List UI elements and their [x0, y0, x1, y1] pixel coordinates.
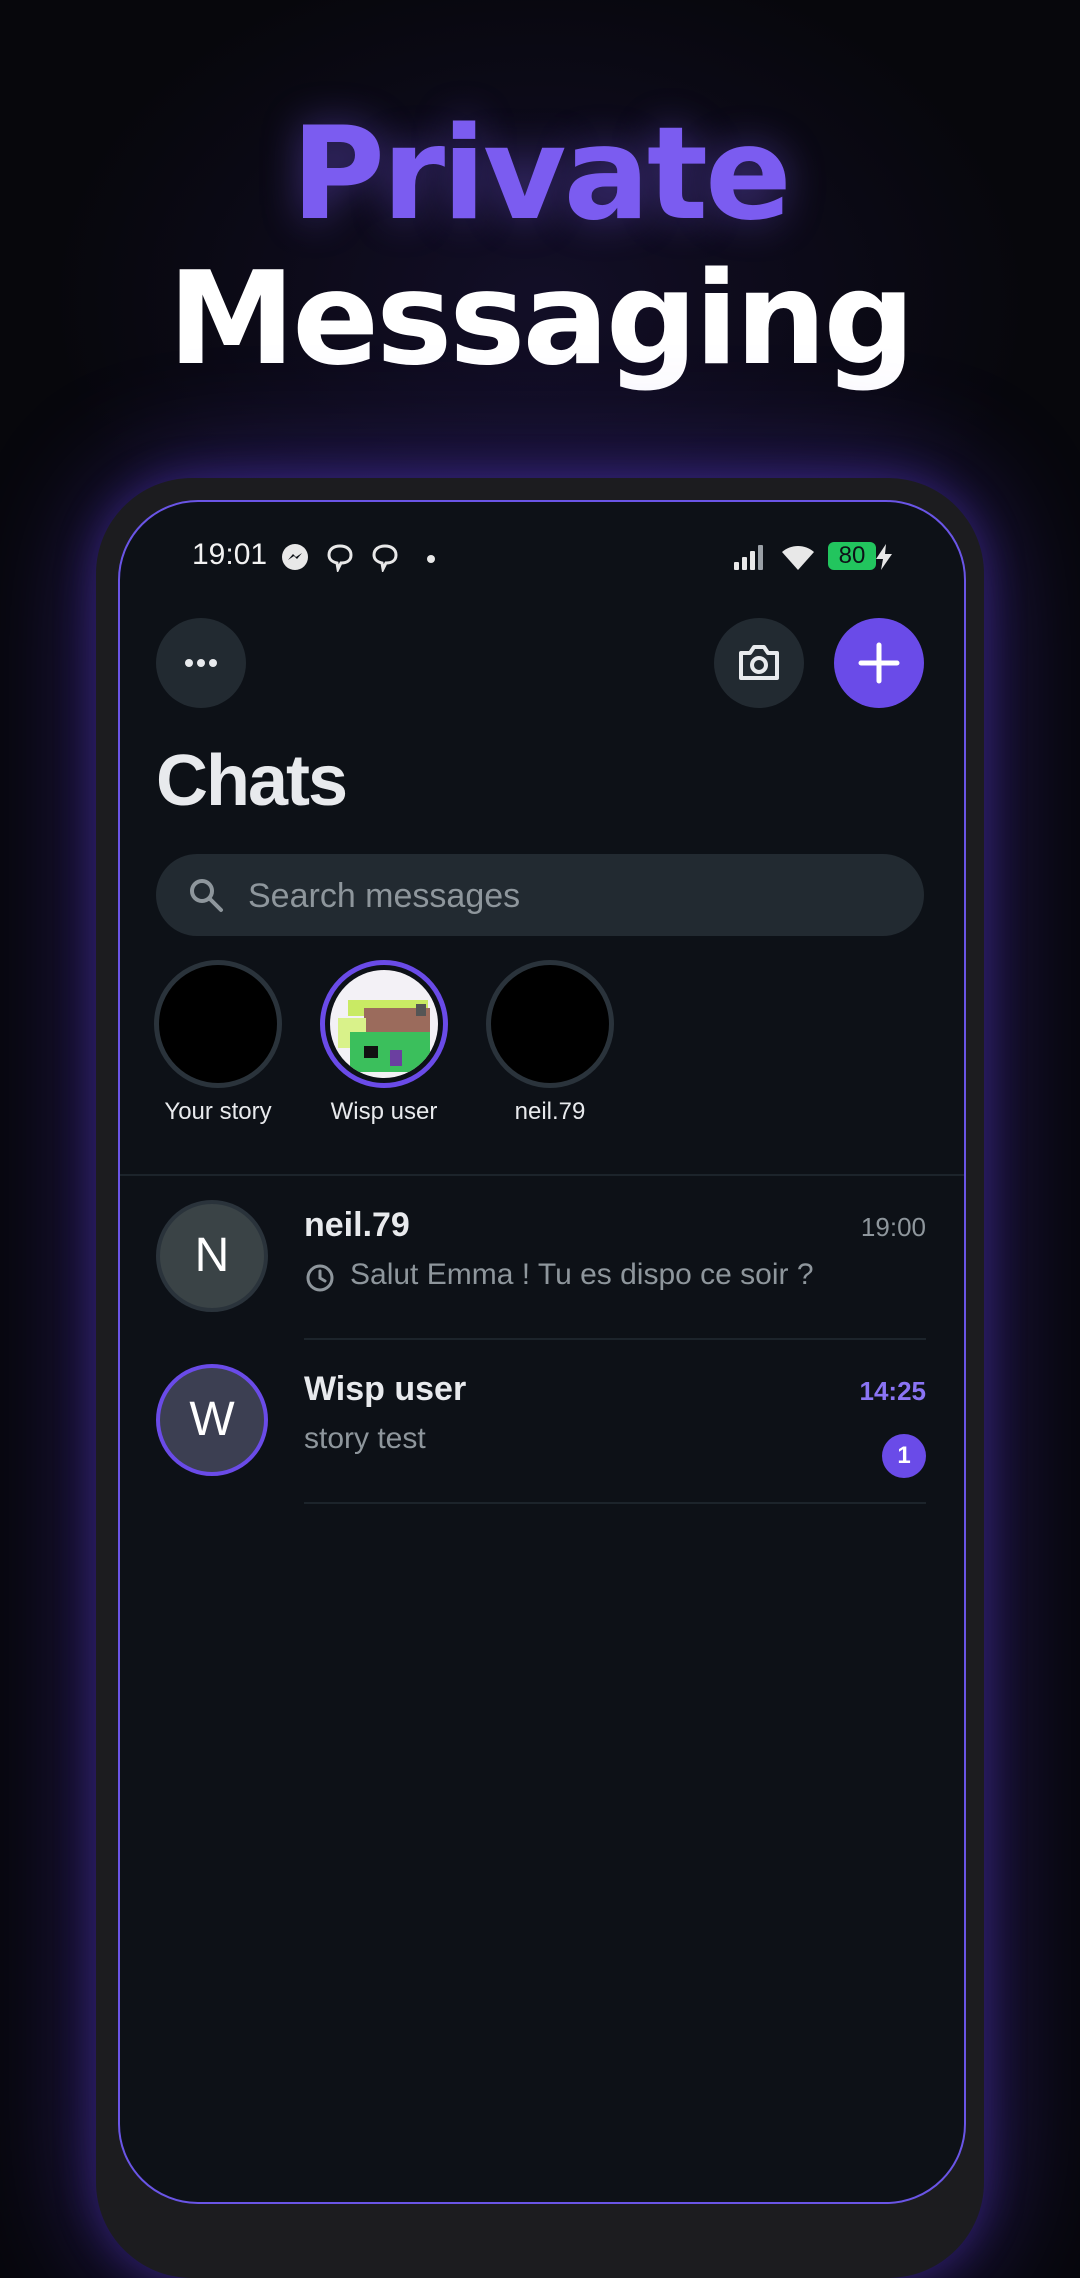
charging-icon — [876, 544, 892, 570]
phone-screen: 19:01 80 Chats Search messages Your stor… — [118, 500, 966, 2204]
wifi-icon — [782, 546, 814, 570]
new-chat-button[interactable] — [834, 618, 924, 708]
battery-level: 80 — [828, 542, 876, 570]
camera-icon — [739, 645, 779, 680]
plus-icon — [858, 642, 900, 684]
story-avatar — [154, 960, 282, 1088]
story-item[interactable]: Wisp user — [304, 960, 464, 1126]
clock-icon — [306, 1264, 334, 1292]
chat-list-item[interactable]: N neil.79 19:00 Salut Emma ! Tu es dispo… — [120, 1176, 964, 1340]
chat-list-item[interactable]: W Wisp user 14:25 story test 1 — [120, 1340, 964, 1504]
signal-icon — [734, 545, 763, 570]
search-bar[interactable] — [156, 854, 924, 938]
messenger-icon — [282, 544, 308, 570]
chat-bubble-icon — [372, 544, 398, 572]
more-button[interactable] — [156, 618, 246, 708]
chat-name: Wisp user — [304, 1370, 467, 1408]
search-icon — [190, 879, 223, 912]
notification-dot — [427, 555, 435, 563]
status-time: 19:01 — [192, 538, 268, 571]
status-bar: 19:01 80 — [120, 502, 964, 612]
headline-main: Messaging — [167, 245, 915, 394]
unread-badge: 1 — [882, 1434, 926, 1478]
story-avatar — [486, 960, 614, 1088]
chat-preview: story test — [304, 1422, 426, 1455]
search-input[interactable] — [246, 854, 890, 938]
story-label: Your story — [164, 1098, 272, 1125]
headline: Private Messaging — [0, 100, 1080, 390]
story-item[interactable]: neil.79 — [470, 960, 630, 1126]
more-icon — [185, 659, 217, 667]
avatar: N — [156, 1200, 268, 1312]
story-item[interactable]: Your story — [138, 960, 298, 1126]
chat-bubble-icon — [327, 544, 353, 572]
story-label: Wisp user — [330, 1098, 438, 1125]
chat-name: neil.79 — [304, 1206, 410, 1244]
row-divider — [304, 1502, 926, 1504]
chat-time: 14:25 — [859, 1376, 927, 1406]
story-thumbnail — [330, 970, 438, 1078]
chat-preview: Salut Emma ! Tu es dispo ce soir ? — [350, 1258, 814, 1291]
headline-accent: Private — [291, 100, 792, 249]
page-title: Chats — [156, 741, 348, 821]
camera-button[interactable] — [714, 618, 804, 708]
story-avatar — [320, 960, 448, 1088]
avatar: W — [156, 1364, 268, 1476]
chat-time: 19:00 — [860, 1212, 926, 1242]
story-label: neil.79 — [514, 1098, 586, 1125]
